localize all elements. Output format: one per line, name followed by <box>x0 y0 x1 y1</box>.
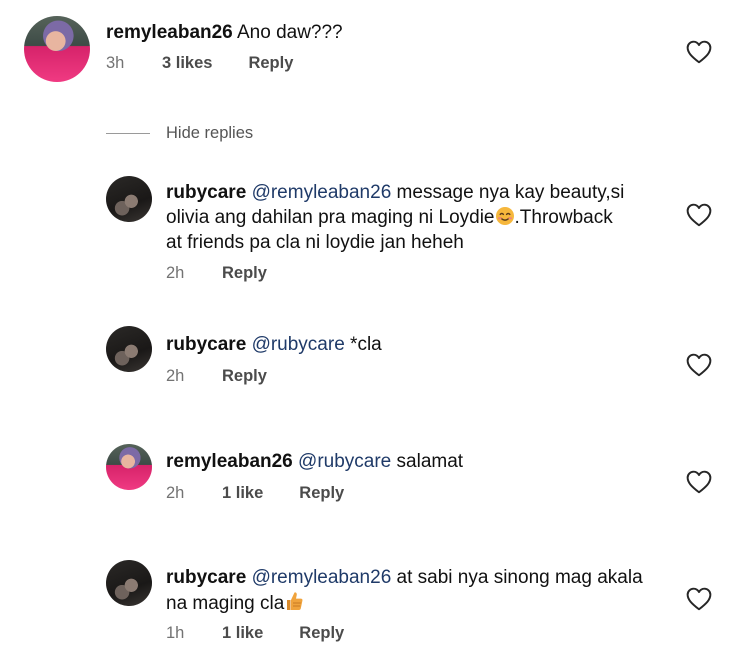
heart-icon[interactable] <box>686 587 712 611</box>
reply-likes[interactable]: 1 like <box>222 624 263 643</box>
comment-username[interactable]: remyleaban26 <box>106 22 233 43</box>
reply-likes[interactable]: 1 like <box>222 484 263 503</box>
reply-button[interactable]: Reply <box>222 367 267 386</box>
reply-meta: 2h 1 like Reply <box>166 484 344 503</box>
reply-body-line3: at friends pa cla ni loydie jan heheh <box>166 232 464 253</box>
avatar[interactable] <box>24 16 90 82</box>
comment-likes[interactable]: 3 likes <box>162 54 212 73</box>
comment-time: 3h <box>106 54 125 72</box>
reply-text: remyleaban26 @rubycare salamat <box>166 449 463 474</box>
comment-text: remyleaban26 Ano daw??? <box>106 20 343 45</box>
comment-body: Ano daw??? <box>236 22 343 43</box>
reply-body-line1: salamat <box>391 451 464 472</box>
reply-body-line1: at sabi nya sinong mag akala <box>391 567 643 588</box>
reply-button[interactable]: Reply <box>248 54 293 73</box>
divider <box>106 132 150 135</box>
reply-body-line1: *cla <box>344 334 382 355</box>
reply-text: rubycare @rubycare *cla <box>166 332 382 357</box>
reply-meta: 2h Reply <box>166 264 267 283</box>
reply-text: rubycare @remyleaban26 at sabi nya sinon… <box>166 565 643 616</box>
reply-username[interactable]: rubycare <box>166 334 246 355</box>
reply-button[interactable]: Reply <box>299 624 344 643</box>
avatar[interactable] <box>106 176 152 222</box>
avatar[interactable] <box>106 560 152 606</box>
reply-meta: 1h 1 like Reply <box>166 624 344 643</box>
smiling-face-emoji-icon <box>495 207 514 225</box>
reply-time: 2h <box>166 484 185 502</box>
reply-text: rubycare @remyleaban26 message nya kay b… <box>166 180 624 255</box>
heart-icon[interactable] <box>686 40 712 64</box>
heart-icon[interactable] <box>686 203 712 227</box>
reply-time: 2h <box>166 264 185 282</box>
reply-body-line2: olivia ang dahilan pra maging ni Loydie <box>166 207 495 228</box>
comment-meta: 3h 3 likes Reply <box>106 54 293 73</box>
reply-body-line2b: .Throwback <box>514 207 613 228</box>
reply-mention[interactable]: @remyleaban26 <box>252 567 392 588</box>
reply-mention[interactable]: @rubycare <box>298 451 391 472</box>
hide-replies-toggle[interactable]: Hide replies <box>106 124 253 143</box>
avatar[interactable] <box>106 444 152 490</box>
reply-username[interactable]: rubycare <box>166 182 246 203</box>
reply-time: 2h <box>166 367 185 385</box>
reply-time: 1h <box>166 624 185 642</box>
reply-button[interactable]: Reply <box>299 484 344 503</box>
reply-body-line1: message nya kay beauty,si <box>391 182 625 203</box>
hide-replies-label: Hide replies <box>166 124 254 142</box>
reply-username[interactable]: remyleaban26 <box>166 451 293 472</box>
reply-button[interactable]: Reply <box>222 264 267 283</box>
thumbs-up-emoji-icon <box>287 592 303 610</box>
reply-meta: 2h Reply <box>166 367 267 386</box>
reply-username[interactable]: rubycare <box>166 567 246 588</box>
avatar[interactable] <box>106 326 152 372</box>
reply-body-line2: na maging cla <box>166 593 285 614</box>
reply-mention[interactable]: @remyleaban26 <box>252 182 392 203</box>
reply-mention[interactable]: @rubycare <box>252 334 345 355</box>
heart-icon[interactable] <box>686 353 712 377</box>
heart-icon[interactable] <box>686 470 712 494</box>
